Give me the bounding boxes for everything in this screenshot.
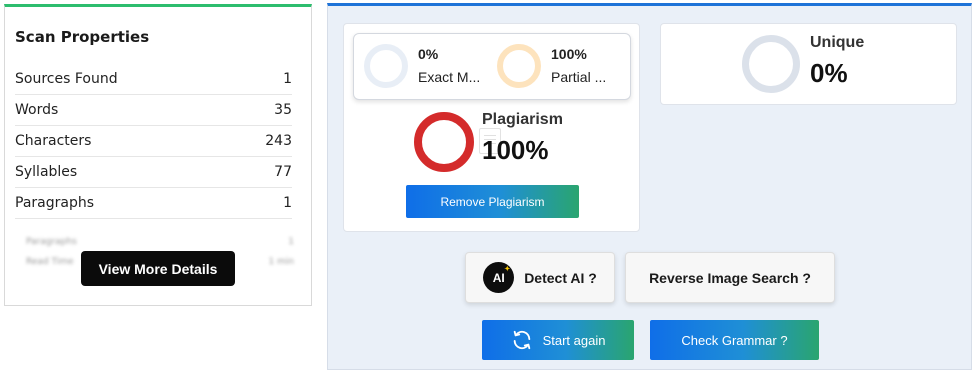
exact-match-ring-icon	[364, 44, 408, 88]
ai-icon: AI ✦	[483, 262, 515, 293]
property-row-words: Words 35	[15, 95, 292, 126]
exact-match-label: Exact M...	[418, 69, 481, 85]
blurred-value: 1	[288, 237, 294, 247]
check-grammar-button[interactable]: Check Grammar ?	[650, 320, 819, 360]
property-value: 1	[283, 195, 292, 211]
remove-plagiarism-button[interactable]: Remove Plagiarism	[406, 185, 579, 218]
blurred-value: 1 min	[268, 257, 294, 267]
unique-card	[660, 23, 957, 105]
property-label: Characters	[15, 133, 92, 149]
partial-match-ring-icon	[497, 44, 541, 88]
refresh-icon	[511, 329, 533, 351]
plagiarism-ring-icon	[414, 112, 474, 172]
detect-ai-label: Detect AI ?	[524, 269, 597, 286]
property-value: 243	[265, 133, 292, 149]
property-label: Syllables	[15, 164, 78, 180]
scan-properties-list: Sources Found 1 Words 35 Characters 243 …	[15, 64, 292, 219]
reverse-image-search-button[interactable]: Reverse Image Search ?	[625, 252, 835, 303]
property-row-sources: Sources Found 1	[15, 64, 292, 95]
property-value: 35	[274, 102, 292, 118]
property-row-syllables: Syllables 77	[15, 157, 292, 188]
partial-match-percent: 100%	[551, 46, 587, 62]
unique-label: Unique	[810, 34, 865, 51]
blurred-row: Paragraphs 1	[26, 232, 294, 252]
property-value: 1	[283, 71, 292, 87]
reverse-image-search-label: Reverse Image Search ?	[649, 269, 811, 286]
property-label: Words	[15, 102, 59, 118]
property-row-characters: Characters 243	[15, 126, 292, 157]
plagiarism-value: 100%	[482, 135, 549, 165]
blurred-label: Read Time	[26, 257, 74, 267]
unique-value: 0%	[810, 58, 848, 88]
unique-ring-icon	[742, 35, 800, 93]
property-label: Sources Found	[15, 71, 118, 87]
detect-ai-button[interactable]: AI ✦ Detect AI ?	[465, 252, 615, 303]
property-value: 77	[274, 164, 292, 180]
property-label: Paragraphs	[15, 195, 95, 211]
start-again-button[interactable]: Start again	[482, 320, 634, 360]
property-row-paragraphs: Paragraphs 1	[15, 188, 292, 219]
start-again-label: Start again	[542, 332, 606, 348]
blurred-label: Paragraphs	[26, 237, 77, 247]
plagiarism-label: Plagiarism	[482, 111, 563, 128]
view-more-details-button[interactable]: View More Details	[81, 251, 235, 286]
scan-properties-title: Scan Properties	[15, 28, 150, 46]
exact-match-percent: 0%	[418, 46, 439, 62]
ai-icon-text: AI	[492, 270, 505, 285]
sparkle-icon: ✦	[504, 266, 511, 273]
partial-match-label: Partial ...	[551, 69, 607, 85]
